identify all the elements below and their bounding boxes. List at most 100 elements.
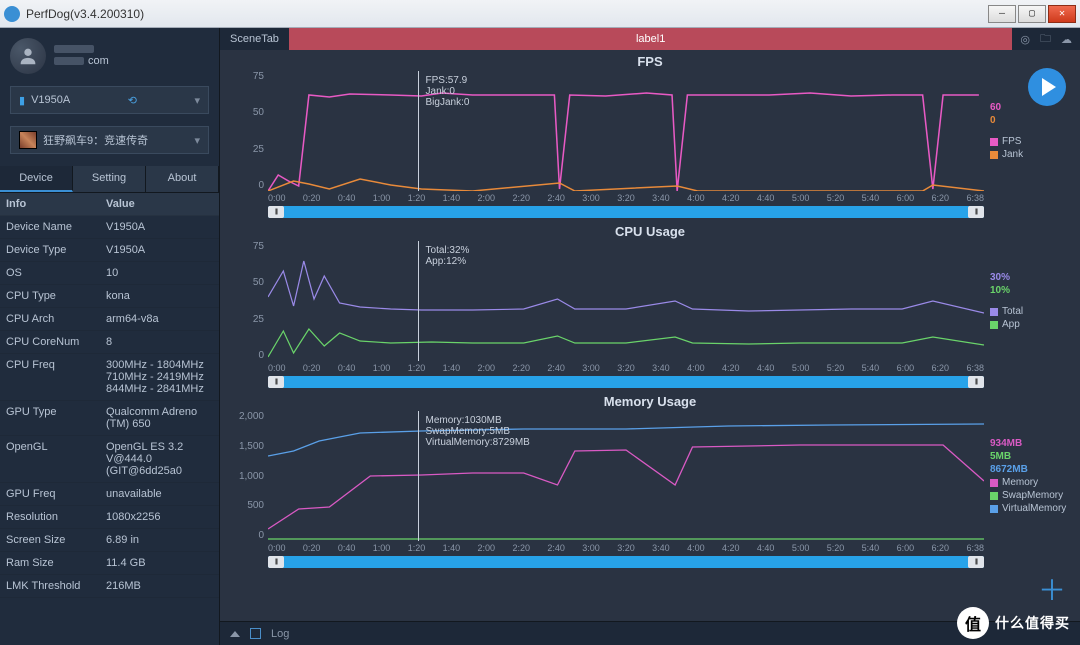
xtick: 1:00 (373, 543, 391, 553)
xtick: 3:40 (652, 193, 670, 203)
cloud-icon[interactable]: ☁ (1061, 33, 1072, 46)
info-key: Screen Size (0, 529, 100, 551)
cpu-plot[interactable] (268, 241, 984, 361)
info-key: OpenGL (0, 436, 100, 482)
cpu-app-current: 10% (990, 285, 1070, 296)
cpu-chart-title: CPU Usage (230, 224, 1070, 239)
info-header-value: Value (100, 193, 219, 215)
xtick: 5:40 (862, 193, 880, 203)
info-value: 8 (100, 331, 219, 353)
table-row: LMK Threshold216MB (0, 575, 219, 598)
info-key: CPU CoreNum (0, 331, 100, 353)
tab-device[interactable]: Device (0, 166, 73, 192)
tab-setting[interactable]: Setting (73, 166, 146, 192)
fps-chart-panel: FPS 75 50 25 0 FPS:57.9 Jank: (230, 54, 1070, 218)
app-thumb-icon (19, 131, 37, 149)
info-key: Device Name (0, 216, 100, 238)
person-icon (17, 45, 39, 67)
ytick: 25 (253, 144, 264, 155)
folder-icon[interactable]: 🗀 (1040, 30, 1051, 49)
xtick: 4:00 (687, 193, 705, 203)
play-button[interactable] (1028, 68, 1066, 106)
scene-label[interactable]: label1 (289, 28, 1012, 50)
log-checkbox[interactable] (250, 628, 261, 639)
legend-swap: SwapMemory (1002, 490, 1063, 501)
add-chart-button[interactable]: ＋ (1038, 569, 1066, 609)
info-value: OpenGL ES 3.2 V@444.0 (GIT@6dd25a0 (100, 436, 219, 482)
ytick: 50 (253, 277, 264, 288)
ytick: 2,000 (239, 411, 264, 422)
xtick: 5:40 (862, 363, 880, 373)
log-label: Log (271, 628, 289, 640)
cpu-total-current: 30% (990, 272, 1070, 283)
location-icon[interactable]: ◎ (1020, 33, 1030, 46)
tab-about[interactable]: About (146, 166, 219, 192)
avatar[interactable] (10, 38, 46, 74)
xtick: 0:40 (338, 363, 356, 373)
fps-chart-title: FPS (230, 54, 1070, 69)
table-row: Ram Size11.4 GB (0, 552, 219, 575)
minimize-button[interactable]: — (988, 5, 1016, 23)
info-key: CPU Type (0, 285, 100, 307)
virtual-current: 8672MB (990, 464, 1070, 475)
fps-cursor-label: FPS:57.9 Jank:0 BigJank:0 (426, 75, 470, 108)
xtick: 1:40 (443, 363, 461, 373)
table-row: Screen Size6.89 in (0, 529, 219, 552)
device-selector-label: V1950A (31, 94, 70, 106)
mem-cursor-label: Memory:1030MB SwapMemory:5MB VirtualMemo… (426, 415, 530, 448)
close-button[interactable]: ✕ (1048, 5, 1076, 23)
xtick: 3:20 (617, 363, 635, 373)
xtick: 1:00 (373, 193, 391, 203)
device-selector[interactable]: ▮ V1950A ⟲ ▾ (10, 86, 209, 114)
mem-current: 934MB (990, 438, 1070, 449)
expand-up-icon[interactable] (230, 631, 240, 637)
cpu-timebar[interactable] (268, 376, 984, 388)
xtick: 6:38 (966, 543, 984, 553)
xtick: 5:00 (792, 193, 810, 203)
legend-total: Total (1002, 306, 1023, 317)
xtick: 6:20 (932, 193, 950, 203)
watermark-text: 什么值得买 (995, 613, 1070, 633)
app-selector-label: 狂野飙车9：竞速传奇 (43, 132, 148, 148)
ytick: 50 (253, 107, 264, 118)
jank-current: 0 (990, 115, 1070, 126)
fps-timebar[interactable] (268, 206, 984, 218)
mem-timebar[interactable] (268, 556, 984, 568)
xtick: 5:20 (827, 543, 845, 553)
info-value: 300MHz - 1804MHz 710MHz - 2419MHz 844MHz… (100, 354, 219, 400)
table-row: GPU Frequnavailable (0, 483, 219, 506)
table-row: OpenGLOpenGL ES 3.2 V@444.0 (GIT@6dd25a0 (0, 436, 219, 483)
info-key: OS (0, 262, 100, 284)
xtick: 6:00 (897, 193, 915, 203)
xtick: 4:00 (687, 363, 705, 373)
info-value: V1950A (100, 239, 219, 261)
legend-memory: Memory (1002, 477, 1038, 488)
mem-chart-title: Memory Usage (230, 394, 1070, 409)
info-value: 6.89 in (100, 529, 219, 551)
window-titlebar: PerfDog(v3.4.200310) — ▢ ✕ (0, 0, 1080, 28)
app-selector[interactable]: 狂野飙车9：竞速传奇 ▾ (10, 126, 209, 154)
xtick: 5:00 (792, 363, 810, 373)
xtick: 0:00 (268, 363, 286, 373)
mem-plot[interactable] (268, 411, 984, 541)
xtick: 4:00 (687, 543, 705, 553)
table-row: Device NameV1950A (0, 216, 219, 239)
info-value: Qualcomm Adreno (TM) 650 (100, 401, 219, 435)
xtick: 4:40 (757, 193, 775, 203)
maximize-button[interactable]: ▢ (1018, 5, 1046, 23)
legend-fps: FPS (1002, 136, 1021, 147)
table-row: GPU TypeQualcomm Adreno (TM) 650 (0, 401, 219, 436)
info-value: kona (100, 285, 219, 307)
xtick: 1:20 (408, 363, 426, 373)
table-row: CPU Freq300MHz - 1804MHz 710MHz - 2419MH… (0, 354, 219, 401)
xtick: 4:20 (722, 363, 740, 373)
table-row: Device TypeV1950A (0, 239, 219, 262)
fps-plot[interactable] (268, 71, 984, 191)
info-value: V1950A (100, 216, 219, 238)
scene-tab[interactable]: SceneTab (220, 28, 289, 50)
xtick: 2:20 (512, 543, 530, 553)
cpu-cursor-label: Total:32% App:12% (426, 245, 470, 267)
info-key: Resolution (0, 506, 100, 528)
ytick: 1,000 (239, 471, 264, 482)
info-value: 1080x2256 (100, 506, 219, 528)
